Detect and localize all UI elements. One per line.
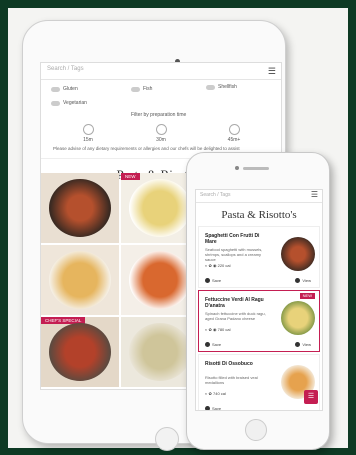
filter-vegetarian[interactable]: Vegetarian <box>51 100 87 106</box>
save-button[interactable]: Save <box>205 278 221 283</box>
dish-image <box>49 251 111 309</box>
time-label: 30m <box>156 137 166 143</box>
phone-page-title: Pasta & Risotto's <box>221 209 297 221</box>
save-icon <box>205 342 210 347</box>
phone-home-button[interactable] <box>245 419 267 441</box>
filter-menu-button[interactable]: ☰ <box>304 390 318 404</box>
save-icon <box>205 406 210 410</box>
clock-icon <box>82 124 94 135</box>
view-button[interactable]: View <box>295 342 311 347</box>
dish-name: Spaghetti Con Frutti Di Mare <box>205 233 260 245</box>
menu-item-card[interactable]: Spaghetti Con Frutti Di Mare Seafood spa… <box>198 226 320 288</box>
dish-meta: ◐ ✿ 740 cal <box>205 391 226 396</box>
dish-image <box>281 301 315 335</box>
calories: 220 cal <box>217 263 231 268</box>
dish-image <box>281 237 315 271</box>
save-button[interactable]: Save <box>205 342 221 347</box>
time-45[interactable]: 45m+ <box>219 124 249 143</box>
dish-image <box>49 179 111 237</box>
allergy-note: Please advise of any dietary requirement… <box>53 146 240 151</box>
dish-image <box>129 323 191 381</box>
dish-image <box>49 323 111 381</box>
new-badge: NEW <box>299 293 315 299</box>
time-30[interactable]: 30m <box>146 124 176 143</box>
calories: 780 cal <box>217 327 231 332</box>
tablet-top-bar: Search / Tags ☰ <box>41 63 281 80</box>
new-ribbon: NEW <box>121 173 140 180</box>
filter-gluten[interactable]: Gluten <box>51 86 78 92</box>
filter-fish[interactable]: Fish <box>131 86 152 92</box>
save-label: Save <box>212 278 222 283</box>
dish-tile[interactable] <box>41 245 119 315</box>
save-label: Save <box>212 406 222 411</box>
save-label: Save <box>212 342 222 347</box>
dish-meta: ◐ ✿ ◉ 780 cal <box>205 327 231 332</box>
phone-top-bar: Search / Tags ☰ <box>196 190 322 203</box>
menu-item-card[interactable]: Risotti Di Ossobuco Risotto filled with … <box>198 354 320 411</box>
filter-label: Shellfish <box>218 84 237 90</box>
view-icon <box>295 278 301 283</box>
clock-icon <box>155 124 167 135</box>
time-label: 15m <box>83 137 93 143</box>
phone-screen: Search / Tags ☰ Pasta & Risotto's Spaghe… <box>195 189 323 411</box>
phone-speaker <box>243 167 269 170</box>
tablet-filters: Gluten Fish Shellfish Vegetarian Filter … <box>41 80 281 159</box>
prep-time-label: Filter by preparation time <box>131 112 187 118</box>
dish-image <box>129 251 191 309</box>
view-label: View <box>302 278 311 283</box>
filter-label: Fish <box>143 86 153 92</box>
menu-item-card[interactable]: NEW Fettuccine Verdi Al Ragu D'anatra Sp… <box>198 290 320 352</box>
filter-shellfish[interactable]: Shellfish <box>206 84 237 90</box>
dish-meta: ◐ ✿ ◉ 220 cal <box>205 263 231 268</box>
dish-name: Risotti Di Ossobuco <box>205 361 253 367</box>
dish-tile[interactable]: CHEF'S SPECIAL <box>41 317 119 387</box>
phone-device: Search / Tags ☰ Pasta & Risotto's Spaghe… <box>186 152 330 450</box>
menu-icon[interactable]: ☰ <box>311 190 318 199</box>
dish-tile[interactable] <box>41 173 119 243</box>
save-icon <box>205 278 210 283</box>
filter-label: Vegetarian <box>63 100 87 106</box>
dish-description: Seafood spaghetti with mussels, shrimps,… <box>205 247 263 262</box>
view-label: View <box>302 342 311 347</box>
view-button[interactable]: View <box>295 278 311 283</box>
dish-description: Risotto filled with braised veal medalli… <box>205 375 258 385</box>
dish-description: Spinach fettuccine with duck ragu, aged … <box>205 311 266 321</box>
clock-icon <box>228 124 240 135</box>
save-button[interactable]: Save <box>205 406 222 411</box>
phone-camera <box>235 166 239 170</box>
time-label: 45m+ <box>227 137 241 143</box>
view-icon <box>295 342 301 347</box>
menu-icon[interactable]: ☰ <box>268 66 276 77</box>
tablet-search-input[interactable]: Search / Tags <box>47 66 84 72</box>
dish-name: Fettuccine Verdi Al Ragu D'anatra <box>205 297 264 309</box>
tablet-home-button[interactable] <box>155 427 179 451</box>
dish-image <box>129 179 191 237</box>
calories: 740 cal <box>213 391 226 396</box>
filter-label: Gluten <box>63 86 78 92</box>
phone-search-input[interactable]: Search / Tags <box>200 192 230 198</box>
time-15[interactable]: 15m <box>73 124 103 143</box>
